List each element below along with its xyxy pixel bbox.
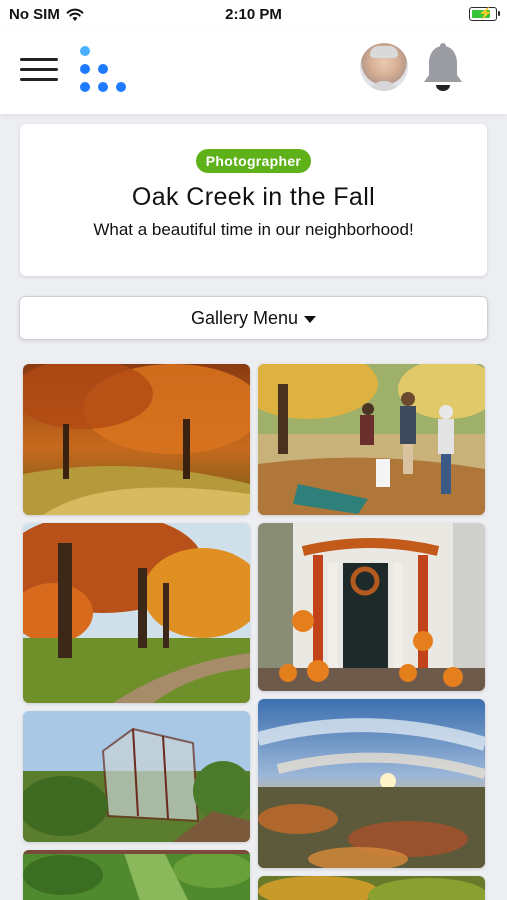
hamburger-menu-icon[interactable] xyxy=(20,56,58,82)
gallery-photo-sunset-town[interactable] xyxy=(258,699,485,868)
role-badge: Photographer xyxy=(195,149,312,173)
gallery-menu-dropdown[interactable]: Gallery Menu xyxy=(19,296,488,340)
gallery-photo-halloween-door[interactable] xyxy=(258,523,485,691)
user-avatar[interactable] xyxy=(360,43,408,91)
caret-down-icon xyxy=(304,315,317,323)
gallery-photo-vegetable-garden[interactable] xyxy=(23,850,250,900)
gallery-title: Oak Creek in the Fall xyxy=(131,183,376,211)
gallery-photo-park-path[interactable] xyxy=(23,523,250,703)
status-bar: No SIM 2:10 PM ⚡ xyxy=(0,0,507,30)
gallery-photo-autumn-foliage[interactable] xyxy=(258,876,485,900)
gallery-subtitle: What a beautiful time in our neighborhoo… xyxy=(93,220,414,239)
gallery-menu-label: Gallery Menu xyxy=(190,307,299,328)
status-time: 2:10 PM xyxy=(225,6,282,23)
gallery-header-card: Photographer Oak Creek in the Fall What … xyxy=(20,124,487,276)
gallery-photo-greenhouse[interactable] xyxy=(23,711,250,842)
battery-charging-icon: ⚡ xyxy=(469,6,500,21)
dots-logo[interactable] xyxy=(78,45,130,95)
bell-icon[interactable] xyxy=(420,42,466,94)
gallery-photo-family-leaves[interactable] xyxy=(258,364,485,515)
app-header xyxy=(0,30,507,114)
gallery-photo-autumn-trees[interactable] xyxy=(23,364,250,515)
